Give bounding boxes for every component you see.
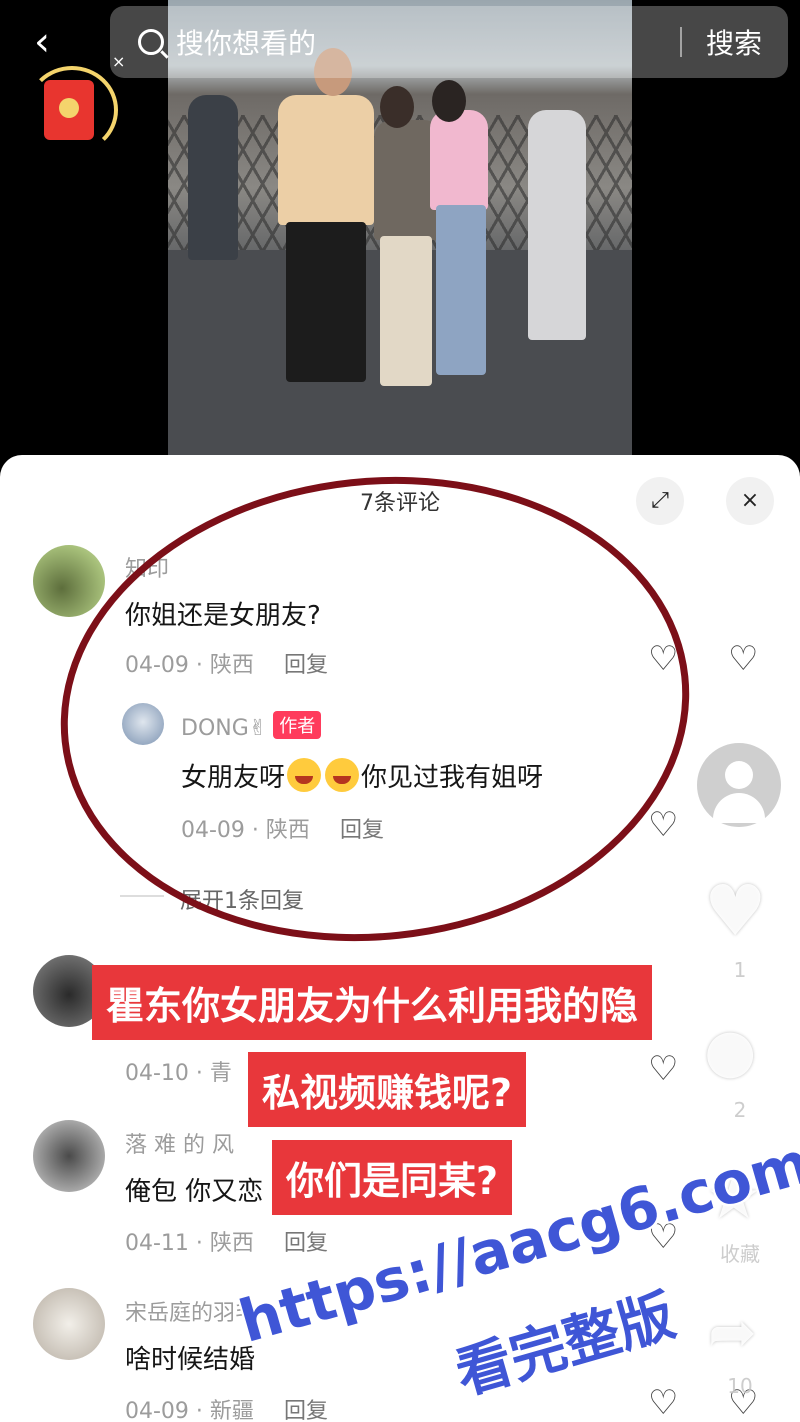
person-woman-2	[430, 110, 488, 210]
comment-text: 啥时候结婚	[125, 1345, 256, 1375]
comment-meta: 04-10 · 青	[125, 1061, 232, 1086]
search-button[interactable]: 搜索	[706, 22, 762, 62]
person-woman-1-legs	[380, 236, 432, 386]
heart-icon[interactable]: ♡	[648, 1049, 678, 1089]
person-background-2	[528, 110, 586, 340]
comment-icon[interactable]: ●	[704, 1016, 756, 1086]
comment-author[interactable]: 落 难 的 风	[125, 1127, 234, 1159]
back-button[interactable]: ‹	[34, 22, 74, 62]
reply-button[interactable]: 回复	[284, 1231, 328, 1256]
caption-line-3: 你们是同某?	[272, 1140, 513, 1215]
search-divider	[679, 27, 682, 57]
search-input[interactable]: 搜你想看的	[176, 22, 680, 62]
red-packet-icon	[44, 80, 94, 140]
heart-icon[interactable]: ♡	[648, 805, 678, 845]
divider	[120, 895, 164, 897]
person-woman-2-head	[432, 80, 466, 122]
share-count: 10	[727, 1374, 753, 1398]
share-icon[interactable]: ➦	[708, 1298, 757, 1366]
search-icon	[138, 29, 164, 55]
red-packet-widget[interactable]	[22, 62, 122, 158]
broken-heart-icon[interactable]: ♡	[728, 639, 758, 679]
person-man-legs	[286, 222, 366, 382]
avatar[interactable]	[33, 1288, 105, 1360]
video-player[interactable]: ‹ 搜你想看的 搜索 ×	[0, 0, 800, 470]
comment-count: 2	[733, 1098, 747, 1122]
caption-line-1: 瞿东你女朋友为什么利用我的隐	[92, 965, 653, 1040]
favorite-label: 收藏	[720, 1242, 760, 1266]
person-background-1	[188, 95, 238, 260]
expand-icon[interactable]: ⤢	[636, 477, 684, 525]
search-clear-icon[interactable]: ×	[112, 52, 125, 71]
person-woman-1-head	[380, 86, 414, 128]
like-count: 1	[733, 958, 747, 982]
comment-meta: 04-11 · 陕西 回复	[125, 1231, 328, 1256]
comment-text: 俺包 你又恋	[125, 1177, 264, 1207]
reply-button[interactable]: 回复	[284, 1399, 328, 1422]
person-woman-2-legs	[436, 205, 486, 375]
heart-icon[interactable]: ♥	[704, 870, 767, 952]
creator-avatar[interactable]	[694, 740, 784, 830]
person-man	[278, 95, 374, 225]
comment-meta: 04-09 · 新疆 回复	[125, 1399, 328, 1422]
avatar[interactable]	[33, 545, 105, 617]
caption-line-2: 私视频赚钱呢?	[248, 1052, 527, 1127]
heart-icon[interactable]: ♡	[648, 1383, 678, 1422]
close-icon[interactable]: ×	[726, 477, 774, 525]
search-bar[interactable]: 搜你想看的 搜索	[110, 6, 788, 78]
avatar[interactable]	[33, 1120, 105, 1192]
